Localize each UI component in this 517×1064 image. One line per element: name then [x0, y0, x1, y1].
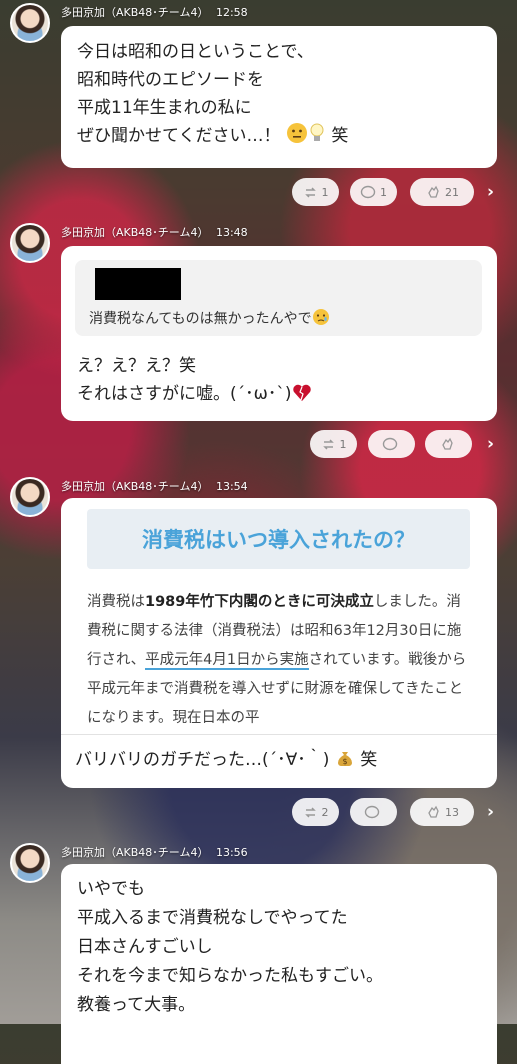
hushed-face-icon — [286, 122, 308, 153]
comment-button[interactable] — [350, 798, 397, 826]
message-meta: 多田京加（AKB48･チーム4） 13:54 — [61, 478, 248, 494]
reaction-bar: 1 1 21 › — [0, 178, 517, 206]
message-time: 12:58 — [215, 6, 248, 19]
quote-body: 消費税なんてものは無かったんやで — [89, 311, 312, 327]
clap-button[interactable] — [425, 430, 472, 458]
clap-count: 21 — [445, 185, 459, 199]
message-time: 13:54 — [215, 480, 248, 493]
quote-text: 消費税なんてものは無かったんやで — [89, 308, 330, 330]
message-text: バリバリのガチだった…(´･∀･｀) $ 笑 — [75, 745, 377, 773]
repost-button[interactable]: 1 — [292, 178, 339, 206]
svg-text:$: $ — [342, 757, 347, 766]
article-underlined-text: 平成元年4月1日から実施 — [145, 652, 309, 670]
message-body: え？え？え？笑 それはさすがに嘘。(´･ω･`) — [77, 356, 292, 404]
clap-icon — [425, 184, 441, 200]
clap-icon — [439, 436, 455, 452]
message-time: 13:56 — [215, 846, 248, 859]
repost-icon — [303, 185, 318, 200]
chevron-right-icon[interactable]: › — [487, 434, 494, 454]
message-meta: 多田京加（AKB48･チーム4） 12:58 — [61, 4, 248, 20]
message-text: え？え？え？笑 それはさすがに嘘。(´･ω･`) — [61, 342, 328, 421]
avatar[interactable] — [10, 3, 50, 43]
quoted-reply[interactable]: 消費税なんてものは無かったんやで — [75, 260, 482, 336]
message-suffix: 笑 — [331, 126, 349, 146]
chevron-right-icon[interactable]: › — [487, 182, 494, 202]
clap-button[interactable]: 13 — [410, 798, 474, 826]
message-text: いやでも 平成入るまで消費税なしでやってた 日本さんすごいし それを今まで知らな… — [77, 879, 383, 1015]
message-text: 今日は昭和の日ということで、 昭和時代のエピソードを 平成11年生まれの私に ぜ… — [61, 26, 497, 163]
message-suffix: 笑 — [360, 750, 378, 770]
repost-button[interactable]: 2 — [292, 798, 339, 826]
message-meta: 多田京加（AKB48･チーム4） 13:48 — [61, 224, 248, 240]
comment-icon — [364, 805, 380, 820]
broken-heart-icon — [292, 383, 312, 411]
author-name: 多田京加（AKB48･チーム4） — [61, 6, 209, 19]
message-bubble: 今日は昭和の日ということで、 昭和時代のエピソードを 平成11年生まれの私に ぜ… — [61, 26, 497, 168]
repost-count: 1 — [321, 185, 329, 199]
author-name: 多田京加（AKB48･チーム4） — [61, 226, 209, 239]
comment-button[interactable]: 1 — [350, 178, 397, 206]
avatar[interactable] — [10, 843, 50, 883]
comment-button[interactable] — [368, 430, 415, 458]
repost-count: 2 — [321, 805, 329, 819]
reaction-bar: 1 › — [0, 430, 517, 458]
repost-icon — [321, 437, 336, 452]
chevron-right-icon[interactable]: › — [487, 802, 494, 822]
article-excerpt[interactable]: 消費税は1989年竹下内閣のときに可決成立しました。消費税に関する法律（消費税法… — [87, 588, 473, 738]
message-bubble: 消費税はいつ導入されたの？ 消費税は1989年竹下内閣のときに可決成立しました。… — [61, 498, 497, 788]
comment-icon — [382, 437, 398, 452]
light-bulb-icon — [308, 122, 326, 153]
article-title[interactable]: 消費税はいつ導入されたの？ — [87, 509, 470, 569]
message-body: バリバリのガチだった…(´･∀･｀) — [75, 750, 330, 770]
comment-count: 1 — [380, 185, 387, 199]
money-bag-icon: $ — [335, 748, 355, 773]
message-time: 13:48 — [215, 226, 248, 239]
avatar[interactable] — [10, 223, 50, 263]
clap-button[interactable]: 21 — [410, 178, 474, 206]
message-bubble: 消費税なんてものは無かったんやで え？え？え？笑 それはさすがに嘘。(´･ω･`… — [61, 246, 497, 421]
crying-face-icon — [312, 308, 330, 330]
message-bubble: いやでも 平成入るまで消費税なしでやってた 日本さんすごいし それを今まで知らな… — [61, 864, 497, 1064]
avatar[interactable] — [10, 477, 50, 517]
divider — [61, 734, 497, 735]
message-body: 今日は昭和の日ということで、 昭和時代のエピソードを 平成11年生まれの私に ぜ… — [77, 42, 314, 146]
article-bold-text: 1989年竹下内閣のときに可決成立 — [145, 594, 374, 610]
comment-icon — [360, 185, 376, 200]
reaction-bar: 2 13 › — [0, 798, 517, 826]
redacted-username — [95, 268, 181, 300]
repost-icon — [303, 805, 318, 820]
clap-count: 13 — [445, 805, 459, 819]
article-text: 消費税は — [87, 594, 145, 610]
message-meta: 多田京加（AKB48･チーム4） 13:56 — [61, 844, 248, 860]
author-name: 多田京加（AKB48･チーム4） — [61, 480, 209, 493]
repost-count: 1 — [339, 437, 347, 451]
author-name: 多田京加（AKB48･チーム4） — [61, 846, 209, 859]
clap-icon — [425, 804, 441, 820]
repost-button[interactable]: 1 — [310, 430, 357, 458]
